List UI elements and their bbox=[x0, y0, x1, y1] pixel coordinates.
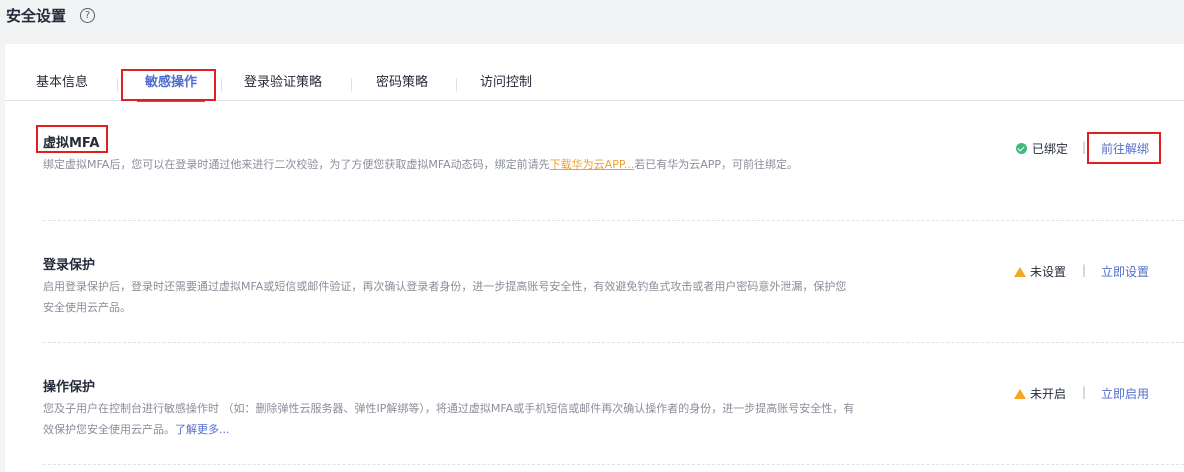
login-protection-section: 登录保护 启用登录保护后，登录时还需要通过虚拟MFA或短信或邮件验证，再次确认登… bbox=[43, 254, 1153, 318]
separator: | bbox=[1082, 385, 1087, 399]
tab-password-policy[interactable]: 密码策略 bbox=[376, 69, 428, 101]
login-protection-title: 登录保护 bbox=[43, 258, 96, 273]
operation-desc-text: 您及子用户在控制台进行敏感操作时 （如：删除弹性云服务器、弹性IP解绑等），将通… bbox=[43, 402, 855, 436]
login-protection-description: 启用登录保护后，登录时还需要通过虚拟MFA或短信或邮件验证，再次确认登录者身份，… bbox=[43, 280, 847, 314]
operation-protection-section: 操作保护 您及子用户在控制台进行敏感操作时 （如：删除弹性云服务器、弹性IP解绑… bbox=[43, 376, 1153, 440]
tab-separator bbox=[456, 78, 457, 92]
learn-more-link[interactable]: 了解更多... bbox=[175, 423, 230, 436]
mfa-title: 虚拟MFA bbox=[43, 136, 100, 151]
section-divider bbox=[43, 220, 1184, 221]
setup-now-link[interactable]: 立即设置 bbox=[1101, 263, 1149, 280]
tab-access-control[interactable]: 访问控制 bbox=[480, 69, 532, 101]
enable-now-link[interactable]: 立即启用 bbox=[1101, 385, 1149, 402]
operation-protection-status-text: 未开启 bbox=[1030, 387, 1067, 401]
tab-separator bbox=[351, 78, 352, 92]
login-protection-status-text: 未设置 bbox=[1030, 265, 1067, 279]
operation-protection-title: 操作保护 bbox=[43, 380, 96, 395]
section-divider bbox=[43, 342, 1184, 343]
help-icon[interactable]: ? bbox=[80, 7, 96, 23]
mfa-desc-text-1: 绑定虚拟MFA后，您可以在登录时通过他来进行二次校验，为了方便您获取虚拟MFA动… bbox=[43, 158, 550, 171]
page-header: 安全设置 ? bbox=[0, 0, 1184, 30]
login-protection-status: 未设置 bbox=[1014, 263, 1066, 280]
operation-protection-description: 您及子用户在控制台进行敏感操作时 （如：删除弹性云服务器、弹性IP解绑等），将通… bbox=[43, 398, 855, 440]
tab-bar: 基本信息 敏感操作 登录验证策略 密码策略 访问控制 bbox=[5, 69, 1184, 102]
tab-separator bbox=[117, 78, 118, 92]
operation-protection-status: 未开启 bbox=[1014, 385, 1066, 402]
tab-sensitive-ops[interactable]: 敏感操作 bbox=[129, 69, 213, 102]
settings-card: 基本信息 敏感操作 登录验证策略 密码策略 访问控制 虚拟MFA 绑定虚拟MFA… bbox=[5, 44, 1184, 472]
download-app-link[interactable]: 下载华为云APP... bbox=[550, 158, 635, 171]
warning-icon bbox=[1014, 266, 1026, 277]
unbind-link[interactable]: 前往解绑 bbox=[1101, 140, 1149, 157]
page-title: 安全设置 bbox=[6, 6, 67, 25]
check-circle-icon bbox=[1016, 143, 1027, 154]
warning-icon bbox=[1014, 388, 1026, 399]
mfa-desc-text-2: 若已有华为云APP，可前往绑定。 bbox=[634, 158, 799, 171]
tab-sensitive-ops-label: 敏感操作 bbox=[144, 75, 197, 90]
separator: | bbox=[1082, 263, 1087, 277]
tab-separator bbox=[221, 78, 222, 92]
mfa-description: 绑定虚拟MFA后，您可以在登录时通过他来进行二次校验，为了方便您获取虚拟MFA动… bbox=[43, 154, 855, 175]
separator: | bbox=[1082, 140, 1087, 154]
mfa-section: 虚拟MFA 绑定虚拟MFA后，您可以在登录时通过他来进行二次校验，为了方便您获取… bbox=[43, 132, 1153, 175]
tab-basic-info[interactable]: 基本信息 bbox=[36, 69, 88, 101]
mfa-status-text: 已绑定 bbox=[1032, 142, 1069, 156]
tab-login-policy[interactable]: 登录验证策略 bbox=[244, 69, 322, 101]
mfa-status: 已绑定 bbox=[1016, 140, 1068, 157]
section-divider bbox=[43, 464, 1184, 465]
